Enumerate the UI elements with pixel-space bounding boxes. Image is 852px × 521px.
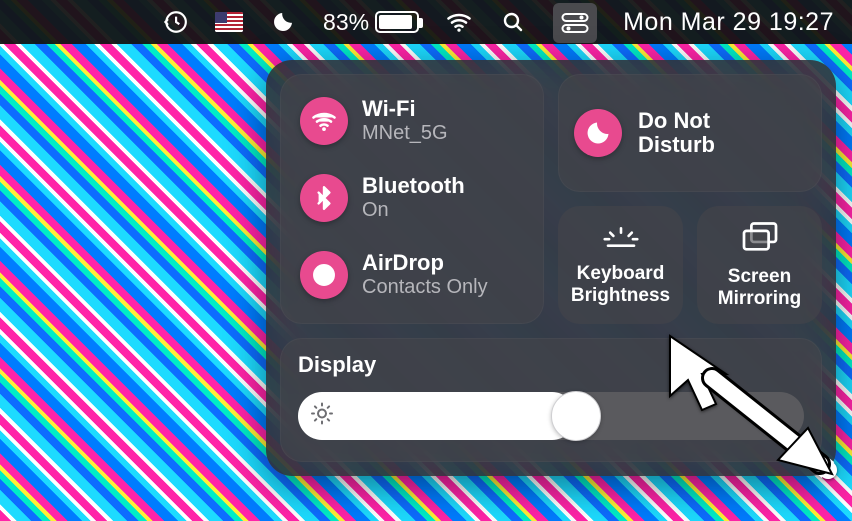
do-not-disturb-menubar-icon[interactable] (269, 8, 297, 36)
spotlight-icon[interactable] (499, 8, 527, 36)
slider-knob[interactable] (551, 391, 601, 441)
display-brightness-slider[interactable] (298, 392, 804, 440)
display-heading: Display (298, 352, 804, 378)
dnd-label-line1: Do Not (638, 109, 715, 133)
wifi-menubar-icon[interactable] (445, 8, 473, 36)
input-source-flag[interactable] (215, 12, 243, 32)
menu-bar-clock[interactable]: Mon Mar 29 19:27 (623, 8, 834, 37)
bluetooth-toggle[interactable]: Bluetooth On (286, 159, 538, 236)
control-center-panel: Wi-Fi MNet_5G Bluetooth On AirDrop Conta… (266, 60, 836, 476)
battery-icon (375, 11, 419, 33)
airdrop-status: Contacts Only (362, 276, 488, 299)
keyboard-brightness-icon (599, 224, 643, 255)
do-not-disturb-toggle[interactable]: Do Not Disturb (558, 74, 822, 192)
airdrop-toggle[interactable]: AirDrop Contacts Only (286, 236, 538, 313)
slider-fill (298, 392, 576, 440)
keyboard-brightness-button[interactable]: Keyboard Brightness (558, 206, 683, 324)
screen-mirroring-button[interactable]: Screen Mirroring (697, 206, 822, 324)
wifi-toggle[interactable]: Wi-Fi MNet_5G (286, 82, 538, 159)
display-brightness-tile: Display (280, 338, 822, 462)
connectivity-tile: Wi-Fi MNet_5G Bluetooth On AirDrop Conta… (280, 74, 544, 324)
screen-mirroring-icon (740, 221, 780, 258)
airdrop-icon (300, 251, 348, 299)
battery-percent-label: 83% (323, 9, 369, 36)
menu-bar: 83% Mon Mar 29 19:27 (0, 0, 852, 44)
wifi-icon (300, 97, 348, 145)
dnd-label-line2: Disturb (638, 133, 715, 157)
battery-status[interactable]: 83% (323, 9, 419, 36)
bluetooth-status: On (362, 199, 465, 222)
time-machine-icon[interactable] (161, 8, 189, 36)
bluetooth-icon (300, 174, 348, 222)
small-tiles-row: Keyboard Brightness Screen Mirroring (558, 206, 822, 324)
moon-icon (574, 109, 622, 157)
bluetooth-label: Bluetooth (362, 173, 465, 199)
wifi-label: Wi-Fi (362, 96, 448, 122)
control-center-icon[interactable] (553, 3, 597, 43)
brightness-sun-icon (310, 402, 334, 431)
wifi-network-name: MNet_5G (362, 122, 448, 145)
airdrop-label: AirDrop (362, 250, 488, 276)
